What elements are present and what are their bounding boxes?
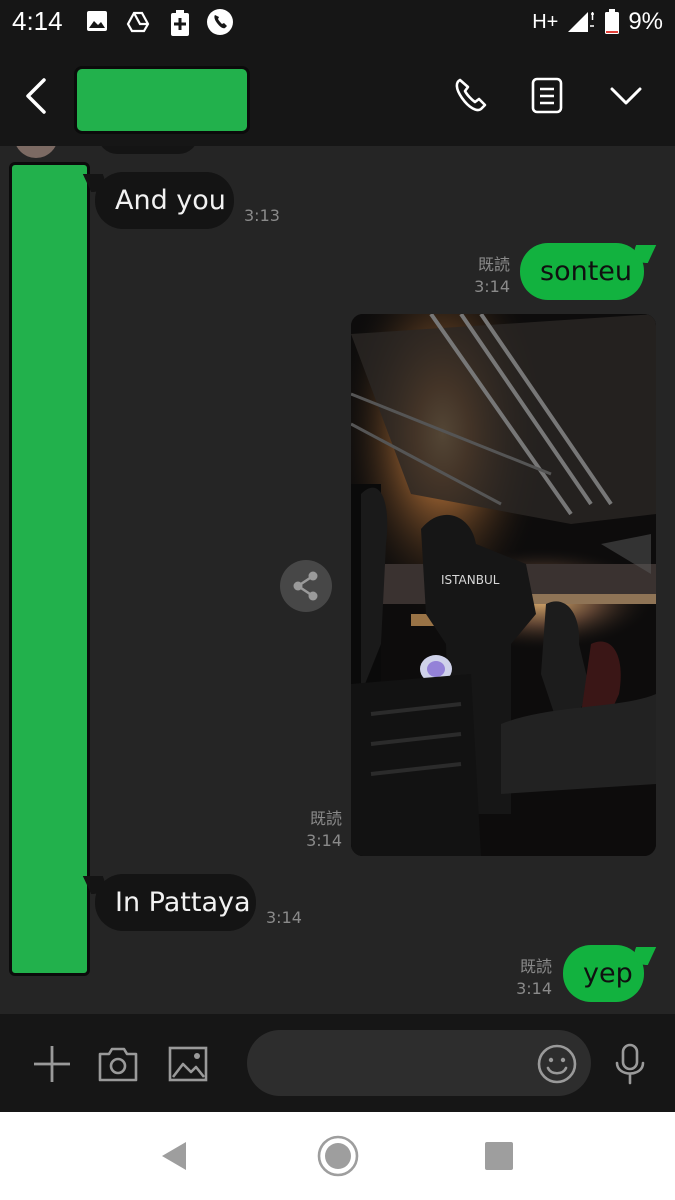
battery-percent: 9% xyxy=(628,8,663,35)
signal-icon xyxy=(568,12,595,32)
phone-icon[interactable] xyxy=(448,74,492,118)
share-icon xyxy=(293,571,318,601)
photo-message[interactable]: ISTANBUL xyxy=(351,314,656,856)
back-arrow-icon[interactable] xyxy=(20,76,56,116)
plus-icon[interactable] xyxy=(30,1042,74,1086)
read-receipt: 既読 xyxy=(309,809,342,828)
microphone-icon[interactable] xyxy=(608,1042,652,1086)
image-icon xyxy=(87,11,107,31)
system-nav-bar xyxy=(0,1112,675,1200)
network-type: H+ xyxy=(532,10,559,33)
incoming-message-bubble[interactable]: And you xyxy=(95,172,234,229)
outgoing-message-bubble[interactable]: yep xyxy=(563,945,644,1002)
chevron-down-icon[interactable] xyxy=(604,74,648,118)
drive-icon xyxy=(126,11,150,33)
status-time: 4:14 xyxy=(12,6,63,36)
message-meta: 既読 3:14 xyxy=(464,254,510,298)
read-receipt: 既読 xyxy=(519,957,552,976)
message-time: 3:14 xyxy=(266,908,302,927)
message-text: yep xyxy=(583,958,633,989)
share-button[interactable] xyxy=(280,560,332,612)
message-text: In Pattaya xyxy=(115,887,251,918)
message-text: And you xyxy=(115,185,226,216)
previous-message-bubble[interactable] xyxy=(98,146,198,154)
chat-header xyxy=(0,48,675,146)
nav-home-icon[interactable] xyxy=(316,1134,360,1178)
emoji-icon[interactable] xyxy=(536,1043,578,1085)
contact-avatar-redacted[interactable] xyxy=(9,162,90,976)
outgoing-message-bubble[interactable]: sonteu xyxy=(520,243,644,300)
notes-icon[interactable] xyxy=(525,74,569,118)
shirt-text: ISTANBUL xyxy=(441,573,500,587)
gallery-icon[interactable] xyxy=(166,1042,210,1086)
battery-icon xyxy=(605,9,620,34)
camera-icon[interactable] xyxy=(96,1042,140,1086)
message-meta: 既読 3:14 xyxy=(296,808,342,852)
phone-call-icon xyxy=(207,9,233,35)
input-bar xyxy=(0,1014,675,1112)
status-bar: 4:14 H+ 9% xyxy=(0,0,675,48)
avatar[interactable] xyxy=(14,146,58,158)
chat-area[interactable]: And you 3:13 既読 3:14 sonteu ISTANBUL 既読 … xyxy=(0,146,675,1014)
message-meta: 既読 3:14 xyxy=(506,956,552,1000)
message-time: 3:13 xyxy=(244,206,280,225)
photo-image: ISTANBUL xyxy=(351,314,656,856)
nav-recents-icon[interactable] xyxy=(477,1134,521,1178)
read-receipt: 既読 xyxy=(477,255,510,274)
message-time: 3:14 xyxy=(516,979,552,998)
message-time: 3:14 xyxy=(306,831,342,850)
nav-back-icon[interactable] xyxy=(154,1134,198,1178)
status-right: H+ 9% xyxy=(532,8,663,36)
battery-saver-icon xyxy=(171,10,189,36)
contact-name-redacted[interactable] xyxy=(74,66,250,134)
message-text: sonteu xyxy=(540,256,633,287)
incoming-message-bubble[interactable]: In Pattaya xyxy=(95,874,256,931)
message-time: 3:14 xyxy=(474,277,510,296)
